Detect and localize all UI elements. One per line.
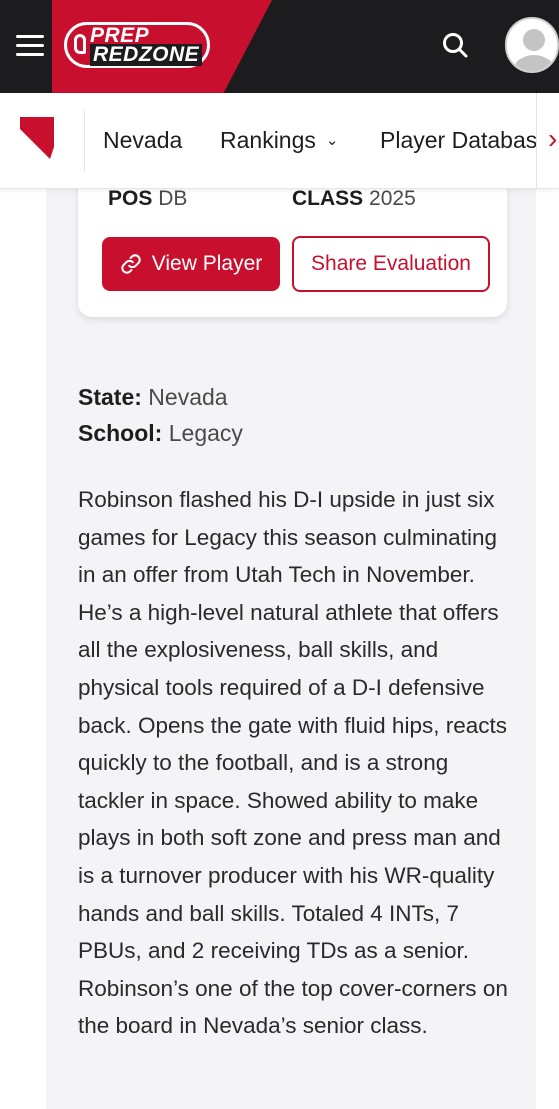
state-value: Nevada — [148, 384, 228, 410]
player-position: POS DB — [108, 187, 187, 211]
link-icon — [121, 254, 141, 274]
article-body: POS DB CLASS 2025 View Player Share Eval… — [46, 169, 536, 1109]
nevada-state-icon[interactable] — [20, 117, 54, 159]
chevron-right-icon[interactable]: › — [548, 123, 557, 155]
class-value: 2025 — [369, 187, 416, 210]
position-label: POS — [108, 187, 153, 210]
school-value: Legacy — [168, 420, 243, 446]
player-card: POS DB CLASS 2025 View Player Share Eval… — [78, 169, 507, 317]
evaluation-text: Robinson flashed his D-I upside in just … — [78, 487, 508, 1039]
view-player-button[interactable]: View Player — [102, 237, 280, 291]
nav-divider — [84, 111, 85, 171]
logo-text-redzone: REDZONE — [90, 44, 203, 66]
state-label: State: — [78, 384, 142, 410]
school-row: School: Legacy — [78, 415, 243, 451]
nav-scroll-divider — [536, 93, 537, 188]
player-details: State: Nevada School: Legacy — [78, 379, 243, 451]
secondary-nav: Nevada Rankings ⌄ Player Databas › — [0, 93, 559, 189]
view-player-label: View Player — [151, 252, 263, 275]
user-avatar-icon[interactable] — [505, 17, 559, 73]
nav-item-nevada[interactable]: Nevada — [103, 127, 182, 154]
chevron-down-icon: ⌄ — [325, 132, 339, 149]
player-class: CLASS 2025 — [292, 187, 416, 211]
hamburger-menu-icon[interactable] — [14, 30, 46, 60]
school-label: School: — [78, 420, 163, 446]
share-evaluation-label: Share Evaluation — [311, 252, 471, 275]
position-value: DB — [158, 187, 188, 210]
nav-item-player-database[interactable]: Player Databas — [380, 127, 537, 154]
nav-item-rankings[interactable]: Rankings ⌄ — [220, 127, 338, 154]
class-label: CLASS — [292, 187, 364, 210]
nav-item-rankings-label: Rankings — [220, 127, 316, 153]
state-row: State: Nevada — [78, 379, 243, 415]
site-logo[interactable]: PREP REDZONE — [64, 18, 210, 72]
logo-mark — [74, 34, 86, 54]
share-evaluation-button[interactable]: Share Evaluation — [292, 236, 490, 292]
site-header: PREP REDZONE — [0, 0, 559, 93]
search-icon[interactable] — [440, 30, 472, 62]
